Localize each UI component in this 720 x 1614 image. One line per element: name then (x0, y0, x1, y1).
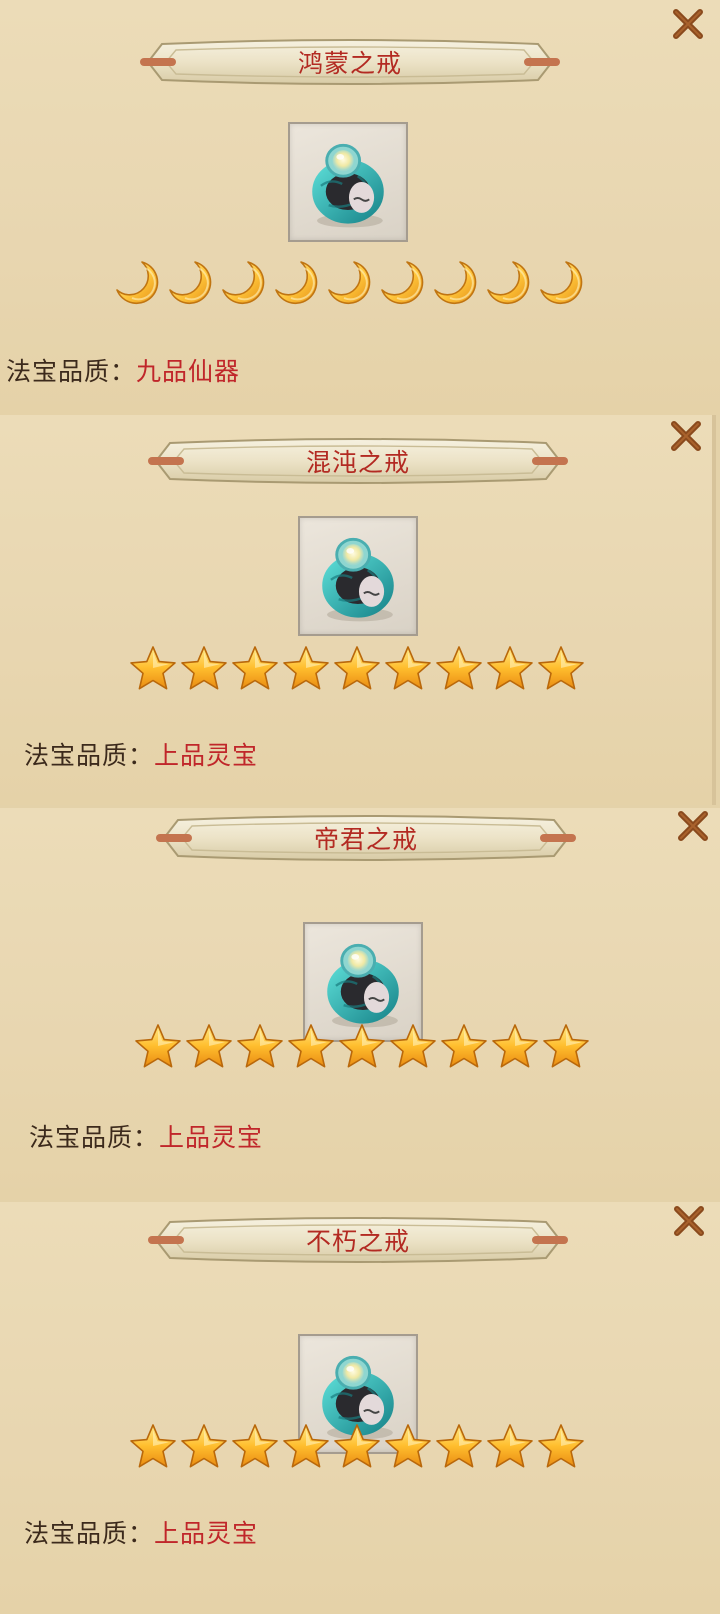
star-icon (230, 644, 280, 694)
quality-label: 法宝品质： (24, 741, 155, 770)
item-title-banner: 鸿蒙之戒 (140, 36, 560, 88)
quality-label: 法宝品质： (6, 357, 137, 386)
quality-label: 法宝品质： (24, 1519, 155, 1548)
quality-value: 九品仙器 (136, 357, 241, 386)
star-icon (332, 1422, 382, 1472)
moon-icon (324, 258, 374, 308)
star-icon (434, 1422, 484, 1472)
quality-value: 上品灵宝 (154, 1519, 259, 1548)
star-icon (286, 1022, 336, 1072)
star-icon (337, 1022, 387, 1072)
ring-icon (300, 518, 416, 634)
moon-icon (165, 258, 215, 308)
item-quality: 法宝品质：上品灵宝 (24, 1514, 258, 1550)
star-icon (485, 644, 535, 694)
star-icon (439, 1022, 489, 1072)
star-icon (179, 644, 229, 694)
item-title-banner: 不朽之戒 (148, 1214, 568, 1266)
item-title-banner: 混沌之戒 (148, 435, 568, 487)
moon-icon (112, 258, 162, 308)
moon-icon (218, 258, 268, 308)
moon-icon (483, 258, 533, 308)
moon-icon (271, 258, 321, 308)
star-icon (128, 644, 178, 694)
quality-label: 法宝品质： (29, 1123, 160, 1152)
star-icon (485, 1422, 535, 1472)
item-icon-frame[interactable] (288, 122, 408, 242)
item-rating (128, 644, 586, 696)
star-icon (133, 1022, 183, 1072)
item-rating (112, 258, 586, 310)
star-icon (536, 644, 586, 694)
close-icon[interactable] (671, 1203, 707, 1239)
item-name: 鸿蒙之戒 (297, 49, 402, 78)
item-rating (128, 1422, 586, 1474)
quality-value: 上品灵宝 (159, 1123, 264, 1152)
moon-icon (536, 258, 586, 308)
star-icon (332, 644, 382, 694)
item-rating (133, 1022, 591, 1074)
star-icon (383, 644, 433, 694)
star-icon (281, 644, 331, 694)
item-card: 帝君之戒 法宝品质：上品灵宝 (0, 808, 720, 1200)
item-detail-list: 鸿蒙之戒 法宝品质：九品仙器 混沌之戒 法宝品质：上品灵宝 帝君之戒 法宝品质：… (0, 0, 720, 1614)
quality-value: 上品灵宝 (154, 741, 259, 770)
moon-icon (377, 258, 427, 308)
star-icon (230, 1422, 280, 1472)
item-quality: 法宝品质：上品灵宝 (24, 736, 258, 772)
close-icon[interactable] (675, 808, 711, 844)
star-icon (541, 1022, 591, 1072)
star-icon (536, 1422, 586, 1472)
star-icon (434, 644, 484, 694)
star-icon (490, 1022, 540, 1072)
close-icon[interactable] (670, 6, 706, 42)
item-quality: 法宝品质：上品灵宝 (29, 1118, 263, 1154)
item-card: 混沌之戒 法宝品质：上品灵宝 (0, 415, 716, 805)
item-icon-frame[interactable] (298, 516, 418, 636)
star-icon (383, 1422, 433, 1472)
item-card: 鸿蒙之戒 法宝品质：九品仙器 (0, 0, 720, 415)
item-name: 混沌之戒 (305, 448, 410, 477)
item-title-banner: 帝君之戒 (156, 812, 576, 864)
star-icon (235, 1022, 285, 1072)
item-name: 不朽之戒 (305, 1227, 410, 1256)
star-icon (281, 1422, 331, 1472)
star-icon (184, 1022, 234, 1072)
item-card: 不朽之戒 法宝品质：上品灵宝 (0, 1202, 720, 1614)
close-icon[interactable] (668, 418, 704, 454)
ring-icon (290, 124, 406, 240)
star-icon (179, 1422, 229, 1472)
star-icon (388, 1022, 438, 1072)
item-quality: 法宝品质：九品仙器 (6, 352, 240, 388)
moon-icon (430, 258, 480, 308)
star-icon (128, 1422, 178, 1472)
item-name: 帝君之戒 (313, 825, 418, 854)
